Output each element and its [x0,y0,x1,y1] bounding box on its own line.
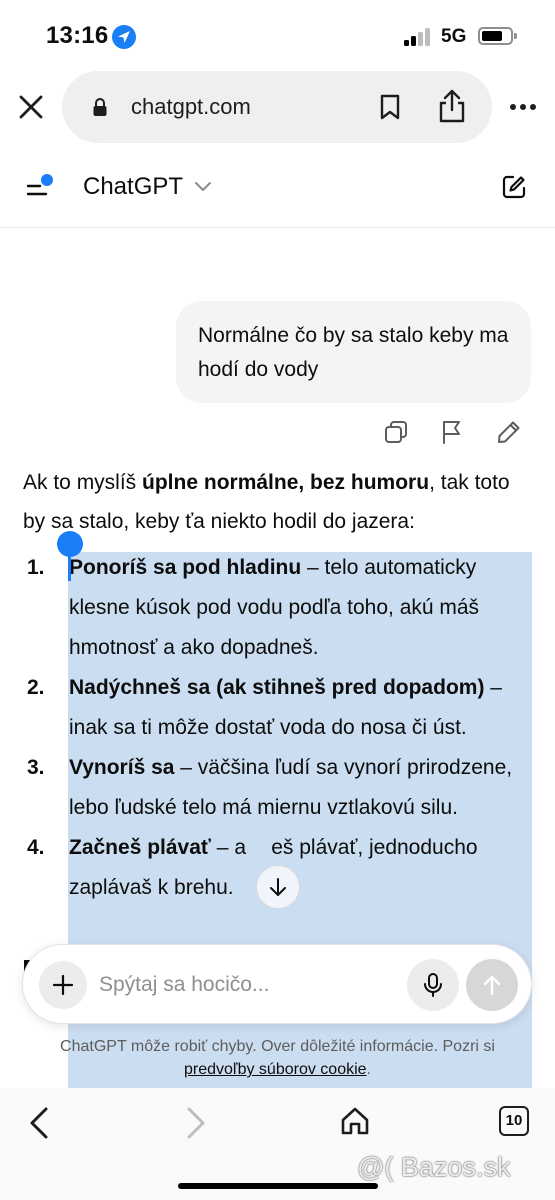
network-type: 5G [441,26,467,47]
cellular-signal-icon [404,28,434,46]
microphone-icon [424,973,442,997]
list-item: 1. Ponoríš sa pod hladinu – telo automat… [27,556,480,659]
new-chat-icon[interactable] [501,174,527,200]
list-item: 3. Vynoríš sa – väčšina ľudí sa vynorí p… [27,756,513,819]
battery-icon [478,27,517,45]
close-icon[interactable] [17,93,45,121]
watermark: @( Bazos.sk [357,1152,511,1182]
bookmark-icon[interactable] [378,93,402,121]
copy-icon[interactable] [383,419,409,445]
url-text: chatgpt.com [131,94,251,119]
user-message: Normálne čo by sa stalo keby ma hodí do … [176,301,531,403]
address-bar[interactable]: chatgpt.com [62,71,492,143]
sidebar-menu-icon[interactable] [26,172,58,202]
scroll-to-bottom-button[interactable] [256,865,300,909]
arrow-up-icon [483,975,501,996]
list-item: 2. Nadýchneš sa (ak stihneš pred dopadom… [27,676,502,739]
home-icon[interactable] [340,1106,370,1136]
home-indicator[interactable] [178,1183,378,1189]
chat-header: ChatGPT [0,150,555,228]
status-bar: 13:16 5G [0,0,555,70]
message-composer [22,944,532,1024]
back-icon[interactable] [28,1106,50,1140]
battery-level [482,31,502,41]
chevron-down-icon[interactable] [194,181,212,193]
selection-caret[interactable] [68,553,71,581]
arrow-down-icon [270,878,286,896]
edit-icon[interactable] [496,419,522,445]
send-button[interactable] [466,959,518,1011]
flag-icon[interactable] [440,419,464,445]
plus-icon [52,974,74,996]
selection-start-handle[interactable] [57,531,83,557]
prompt-input[interactable] [99,967,399,1003]
assistant-intro: Ak to myslíš úplne normálne, bez humoru,… [23,471,510,533]
voice-input-button[interactable] [407,959,459,1011]
tabs-button[interactable]: 10 [499,1106,529,1136]
intro-emphasis: úplne normálne, bez humoru [142,471,430,494]
cookie-preferences-link[interactable]: predvoľby súborov cookie [184,1061,367,1078]
status-time: 13:16 [46,22,109,49]
browser-toolbar: 10 [0,1088,555,1200]
attach-button[interactable] [39,961,87,1009]
disclaimer: ChatGPT môže robiť chyby. Over dôležité … [60,1038,495,1078]
assistant-list: 1. Ponoríš sa pod hladinu – telo automat… [24,548,534,908]
location-arrow-icon [112,25,136,49]
forward-icon[interactable] [185,1106,207,1140]
lock-icon [93,98,107,116]
share-icon[interactable] [436,88,468,124]
more-options-icon[interactable] [510,104,536,110]
model-selector[interactable]: ChatGPT [83,173,183,201]
